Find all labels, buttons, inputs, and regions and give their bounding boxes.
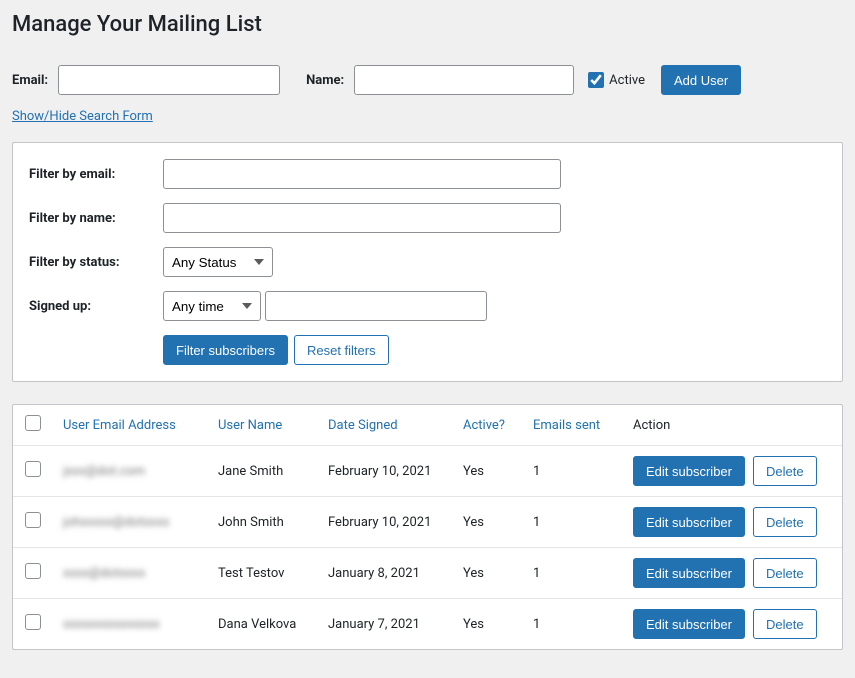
header-email[interactable]: User Email Address [63,418,176,433]
name-field[interactable] [354,65,574,95]
delete-subscriber-button[interactable]: Delete [753,507,817,537]
filter-email-input[interactable] [163,159,561,189]
row-checkbox[interactable] [25,563,41,579]
name-label: Name: [306,73,344,88]
table-row: xxxxxxxxxxxxxxx Dana Velkova January 7, … [13,599,842,650]
filter-subscribers-button[interactable]: Filter subscribers [163,335,288,365]
email-field[interactable] [58,65,280,95]
edit-subscriber-button[interactable]: Edit subscriber [633,558,745,588]
subscriber-date: January 7, 2021 [320,599,455,650]
add-user-form: Email: Name: Active Add User [12,65,843,95]
subscriber-sent: 1 [525,548,625,599]
active-label: Active [609,73,645,88]
header-sent[interactable]: Emails sent [533,418,600,433]
header-action: Action [625,405,842,446]
row-checkbox[interactable] [25,512,41,528]
delete-subscriber-button[interactable]: Delete [753,456,817,486]
subscribers-table: User Email Address User Name Date Signed… [13,405,842,649]
subscriber-name: Jane Smith [210,446,320,497]
header-name[interactable]: User Name [218,418,282,433]
reset-filters-button[interactable]: Reset filters [294,335,389,365]
subscribers-table-panel: User Email Address User Name Date Signed… [12,404,843,650]
subscriber-name: John Smith [210,497,320,548]
toggle-search-form-link[interactable]: Show/Hide Search Form [12,109,153,124]
table-row: jxxx@dot.com Jane Smith February 10, 202… [13,446,842,497]
delete-subscriber-button[interactable]: Delete [753,558,817,588]
subscriber-active: Yes [455,446,525,497]
subscriber-sent: 1 [525,497,625,548]
subscriber-sent: 1 [525,446,625,497]
subscriber-email: xxxx@dotxxxx [63,566,145,581]
row-checkbox[interactable] [25,461,41,477]
subscriber-active: Yes [455,548,525,599]
delete-subscriber-button[interactable]: Delete [753,609,817,639]
filter-signed-extra-input[interactable] [265,291,487,321]
page-title: Manage Your Mailing List [12,12,843,37]
subscriber-name: Dana Velkova [210,599,320,650]
filter-signed-label: Signed up: [29,299,163,314]
subscriber-active: Yes [455,599,525,650]
add-user-button[interactable]: Add User [661,65,741,95]
filter-email-label: Filter by email: [29,167,163,182]
email-label: Email: [12,73,48,88]
active-checkbox[interactable] [588,72,604,88]
row-checkbox[interactable] [25,614,41,630]
subscriber-date: February 10, 2021 [320,446,455,497]
subscriber-name: Test Testov [210,548,320,599]
subscriber-email: johxxxxx@dotxxxx [63,515,169,530]
select-all-checkbox[interactable] [25,415,41,431]
filter-panel: Filter by email: Filter by name: Filter … [12,142,843,382]
table-row: johxxxxx@dotxxxx John Smith February 10,… [13,497,842,548]
subscriber-email: jxxx@dot.com [63,464,145,479]
filter-status-select[interactable]: Any Status [163,247,273,277]
header-date[interactable]: Date Signed [328,418,398,433]
subscriber-date: February 10, 2021 [320,497,455,548]
subscriber-active: Yes [455,497,525,548]
subscriber-sent: 1 [525,599,625,650]
subscriber-date: January 8, 2021 [320,548,455,599]
subscriber-email: xxxxxxxxxxxxxxx [63,617,160,632]
filter-signed-select[interactable]: Any time [163,291,261,321]
filter-name-label: Filter by name: [29,211,163,226]
table-row: xxxx@dotxxxx Test Testov January 8, 2021… [13,548,842,599]
header-active[interactable]: Active? [463,418,505,433]
edit-subscriber-button[interactable]: Edit subscriber [633,507,745,537]
edit-subscriber-button[interactable]: Edit subscriber [633,609,745,639]
filter-name-input[interactable] [163,203,561,233]
filter-status-label: Filter by status: [29,255,163,270]
edit-subscriber-button[interactable]: Edit subscriber [633,456,745,486]
